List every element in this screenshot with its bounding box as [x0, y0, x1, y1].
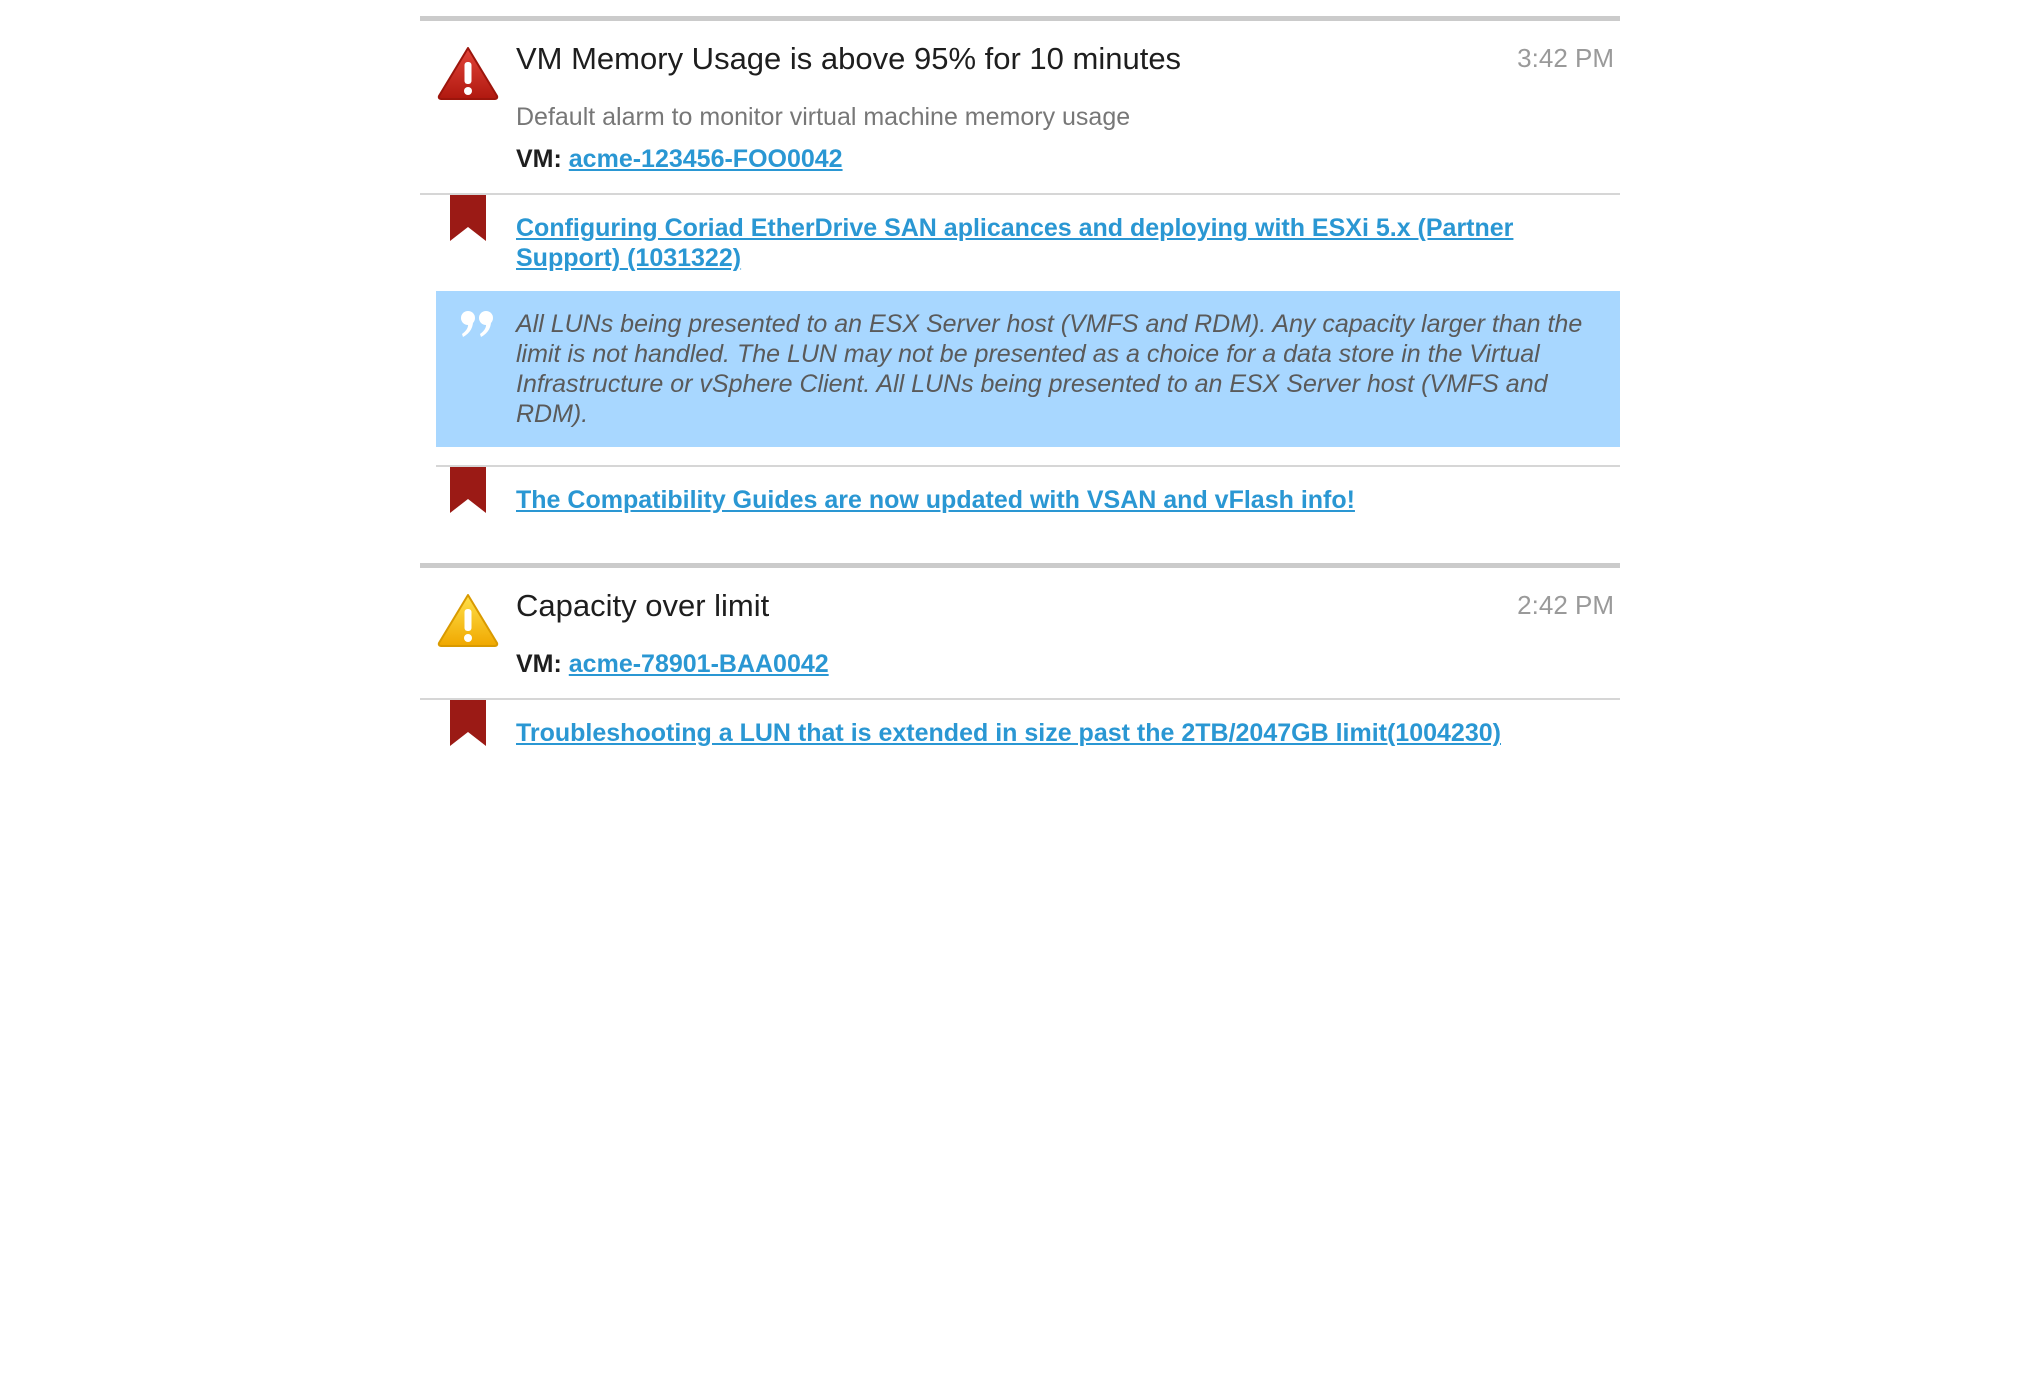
kb-article-link[interactable]: Troubleshooting a LUN that is extended i… — [516, 718, 1580, 748]
alarm-item: Capacity over limit 2:42 PM VM: acme-789… — [420, 563, 1620, 766]
quote-icon — [461, 311, 493, 337]
alarm-header: Capacity over limit 2:42 PM VM: acme-789… — [420, 568, 1620, 698]
alarm-feed: VM Memory Usage is above 95% for 10 minu… — [420, 16, 1620, 766]
alarm-title: Capacity over limit — [516, 588, 770, 623]
bookmark-icon — [450, 467, 486, 513]
kb-article-link[interactable]: The Compatibility Guides are now updated… — [516, 485, 1580, 515]
critical-alert-icon — [437, 47, 499, 100]
alarm-description: Default alarm to monitor virtual machine… — [516, 103, 1131, 131]
kb-article-quote: All LUNs being presented to an ESX Serve… — [436, 291, 1620, 447]
alarm-vm-row: VM: acme-123456-FOO0042 — [516, 143, 1620, 175]
vm-label: VM: — [516, 650, 562, 678]
kb-article: Troubleshooting a LUN that is extended i… — [420, 698, 1620, 766]
kb-article-link[interactable]: Configuring Coriad EtherDrive SAN aplica… — [516, 213, 1580, 273]
alarm-timestamp: 2:42 PM — [1517, 590, 1614, 620]
bookmark-icon — [450, 195, 486, 241]
kb-article: The Compatibility Guides are now updated… — [436, 465, 1620, 533]
bookmark-icon — [450, 700, 486, 746]
kb-article: Configuring Coriad EtherDrive SAN aplica… — [420, 193, 1620, 447]
alarm-timestamp: 3:42 PM — [1517, 43, 1614, 73]
alarm-item: VM Memory Usage is above 95% for 10 minu… — [420, 16, 1620, 533]
vm-link[interactable]: acme-78901-BAA0042 — [569, 650, 829, 678]
alarm-vm-row: VM: acme-78901-BAA0042 — [516, 648, 1620, 680]
alarm-header: VM Memory Usage is above 95% for 10 minu… — [420, 21, 1620, 193]
warning-alert-icon — [437, 594, 499, 647]
alarm-title: VM Memory Usage is above 95% for 10 minu… — [516, 41, 1182, 76]
quote-text: All LUNs being presented to an ESX Serve… — [516, 310, 1583, 428]
vm-link[interactable]: acme-123456-FOO0042 — [569, 145, 843, 173]
vm-label: VM: — [516, 145, 562, 173]
